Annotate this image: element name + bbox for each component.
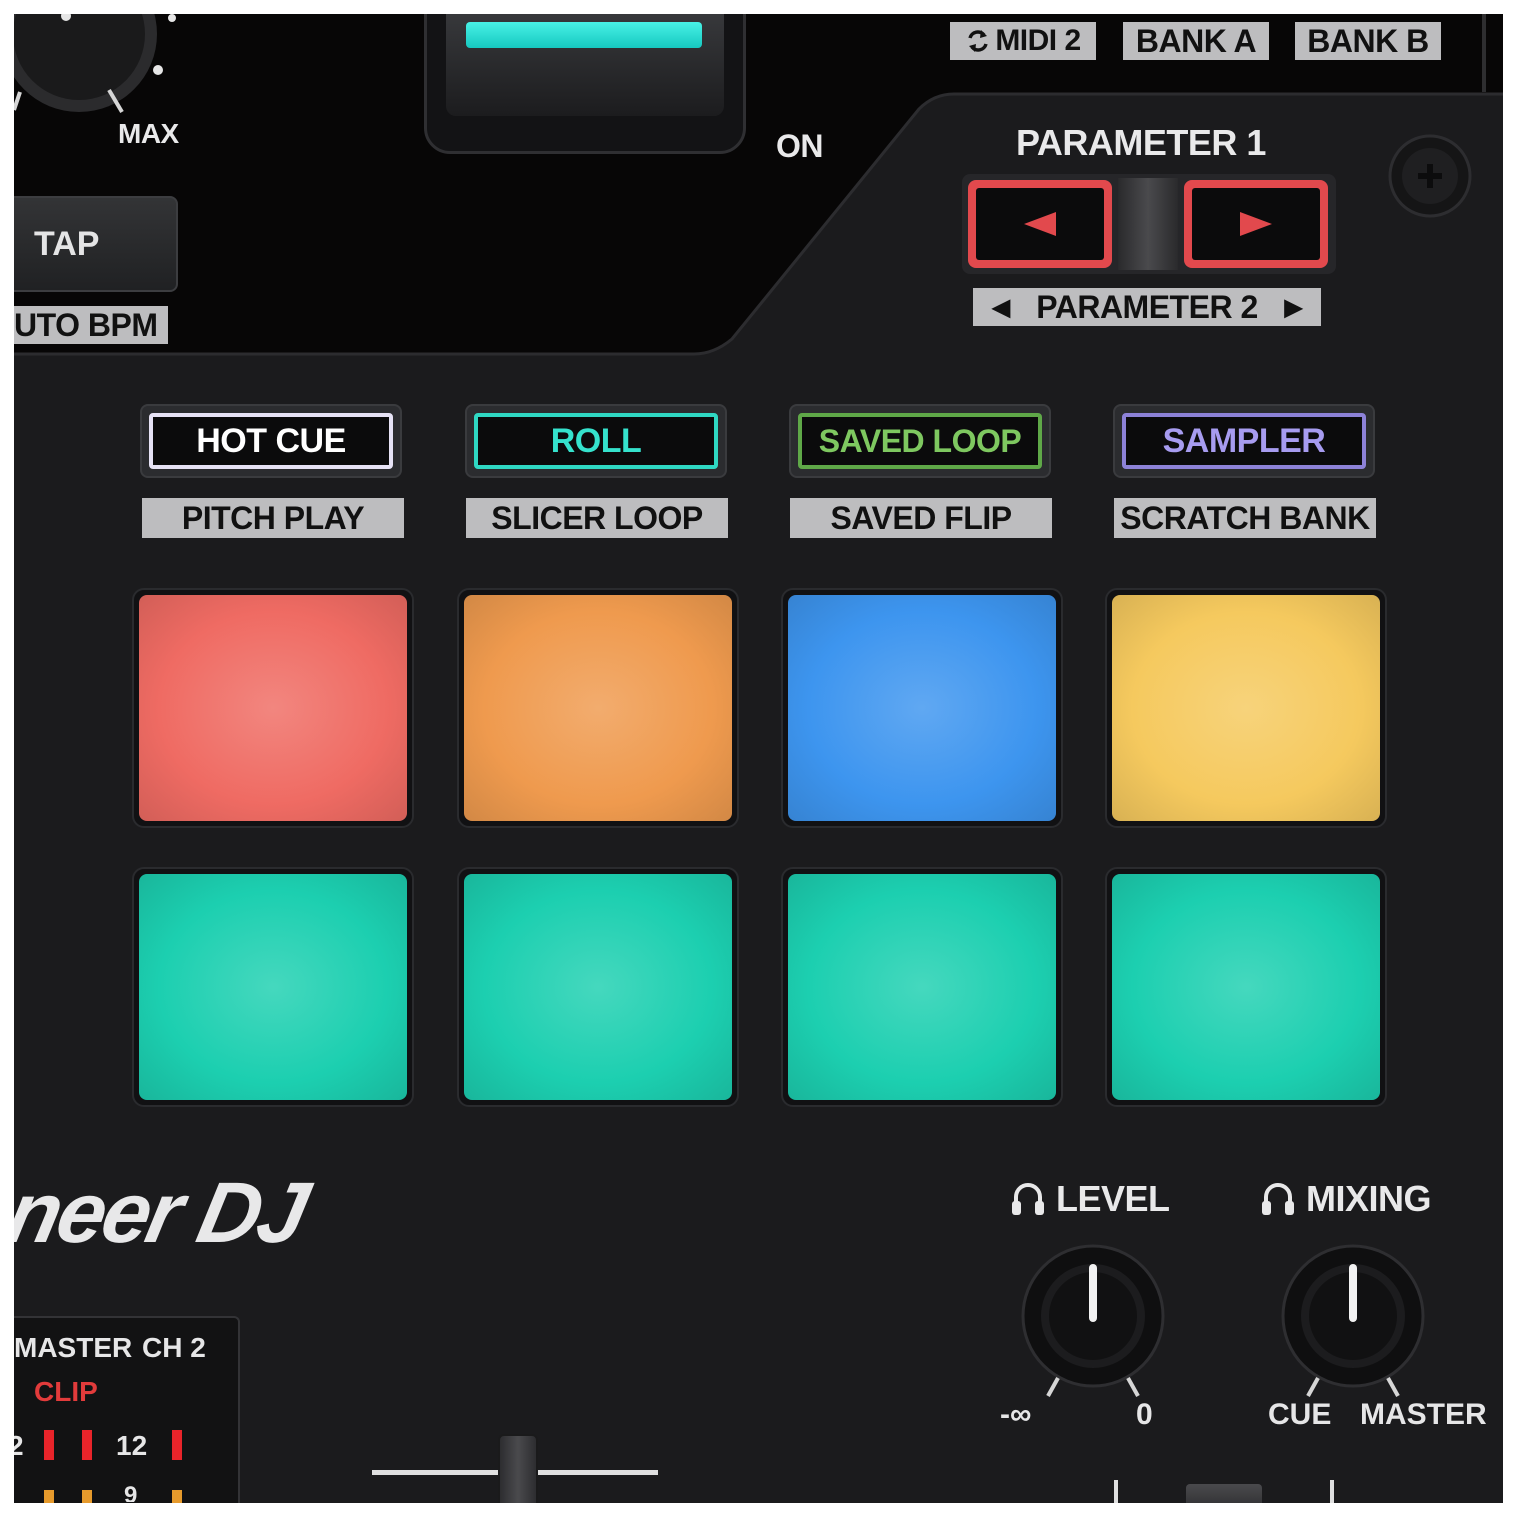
pad-7[interactable] (781, 867, 1063, 1107)
pad-5[interactable] (132, 867, 414, 1107)
pad-1-surface (139, 595, 407, 821)
hot-cue-label: HOT CUE (196, 421, 346, 460)
pad-1[interactable] (132, 588, 414, 828)
slicer-loop-label: SLICER LOOP (466, 498, 728, 538)
parameter1-label: PARAMETER 1 (1016, 122, 1266, 163)
slider-led-indicator (466, 22, 702, 48)
meter-master-label: MASTER (14, 1332, 133, 1363)
dj-controller-panel: MAX TAP UTO BPM ON MIDI 2 BANK A BANK B … (14, 14, 1503, 1503)
roll-label: ROLL (550, 421, 642, 460)
top-left-knob[interactable] (14, 14, 214, 134)
sampler-button[interactable]: SAMPLER (1113, 404, 1375, 478)
mixing-min-label: CUE (1268, 1398, 1332, 1431)
brand-logo: neer DJ (14, 1165, 314, 1261)
pad-3[interactable] (781, 588, 1063, 828)
sampler-label: SAMPLER (1162, 421, 1326, 460)
pad-4-surface (1112, 595, 1380, 821)
headphone-mixing-heading: MIXING (1260, 1178, 1432, 1220)
screw-icon (1388, 134, 1472, 218)
meter-ch2-label: CH 2 (142, 1332, 206, 1363)
left-triangle-icon (1024, 212, 1056, 236)
parameter-left-button[interactable] (968, 180, 1112, 268)
mixing-knob[interactable] (1278, 1244, 1428, 1404)
bottom-right-tick (1330, 1480, 1334, 1503)
bank-b-tag: BANK B (1295, 22, 1441, 60)
saved-loop-label: SAVED LOOP (818, 422, 1022, 459)
parameter2-right-arrow: ► (1277, 289, 1310, 325)
pad-8-surface (1112, 874, 1380, 1100)
tap-label: TAP (34, 224, 100, 263)
meter-led-red (82, 1430, 92, 1460)
parameter2-tag: ◄ PARAMETER 2 ► (973, 288, 1321, 326)
right-triangle-icon (1240, 212, 1272, 236)
meter-led-orange (82, 1490, 92, 1503)
meter-led-red (44, 1430, 54, 1460)
saved-flip-label: SAVED FLIP (790, 498, 1052, 538)
mixing-max-label: MASTER (1360, 1398, 1487, 1431)
bottom-right-tick (1114, 1480, 1118, 1503)
pad-8[interactable] (1105, 867, 1387, 1107)
pad-2[interactable] (457, 588, 739, 828)
bottom-fader-knob[interactable] (498, 1434, 538, 1503)
pad-2-surface (464, 595, 732, 821)
level-knob[interactable] (1018, 1244, 1168, 1404)
level-label: LEVEL (1056, 1178, 1170, 1219)
max-label: MAX (118, 118, 179, 149)
scratch-bank-label: SCRATCH BANK (1114, 498, 1376, 538)
pitch-play-label: PITCH PLAY (142, 498, 404, 538)
pad-6-surface (464, 874, 732, 1100)
clip-label: CLIP (34, 1376, 98, 1407)
pad-7-surface (788, 874, 1056, 1100)
level-max-label: 0 (1136, 1398, 1153, 1431)
on-label: ON (776, 128, 824, 164)
meter-12-label: 12 (116, 1430, 148, 1461)
meter-9-label: 9 (124, 1482, 138, 1502)
pad-3-surface (788, 595, 1056, 821)
meter-led-orange (172, 1490, 182, 1503)
meter-fragment-left: 2 (14, 1430, 24, 1461)
headphone-level-heading: LEVEL (1010, 1178, 1170, 1220)
bank-a-tag: BANK A (1123, 22, 1269, 60)
mixing-label: MIXING (1306, 1178, 1432, 1219)
pad-5-surface (139, 874, 407, 1100)
pad-4[interactable] (1105, 588, 1387, 828)
headphones-icon (1012, 1183, 1044, 1215)
roll-button[interactable]: ROLL (465, 404, 727, 478)
hot-cue-button[interactable]: HOT CUE (140, 404, 402, 478)
tap-button[interactable]: TAP (14, 196, 178, 292)
midi2-label: MIDI 2 (995, 24, 1081, 57)
midi2-tag: MIDI 2 (950, 22, 1096, 60)
parameter-right-button[interactable] (1184, 180, 1328, 268)
auto-bpm-label: UTO BPM (14, 306, 168, 344)
headphones-icon (1262, 1183, 1294, 1215)
parameter-divider (1118, 178, 1178, 270)
bottom-right-fader-knob[interactable] (1186, 1484, 1262, 1503)
parameter2-label: PARAMETER 2 (1036, 289, 1258, 325)
repeat-icon (968, 30, 989, 52)
meter-led-orange (44, 1490, 54, 1503)
pad-6[interactable] (457, 867, 739, 1107)
meter-led-red (172, 1430, 182, 1460)
saved-loop-button[interactable]: SAVED LOOP (789, 404, 1051, 478)
parameter2-left-arrow: ◄ (985, 289, 1017, 325)
level-min-label: -∞ (1000, 1398, 1032, 1431)
